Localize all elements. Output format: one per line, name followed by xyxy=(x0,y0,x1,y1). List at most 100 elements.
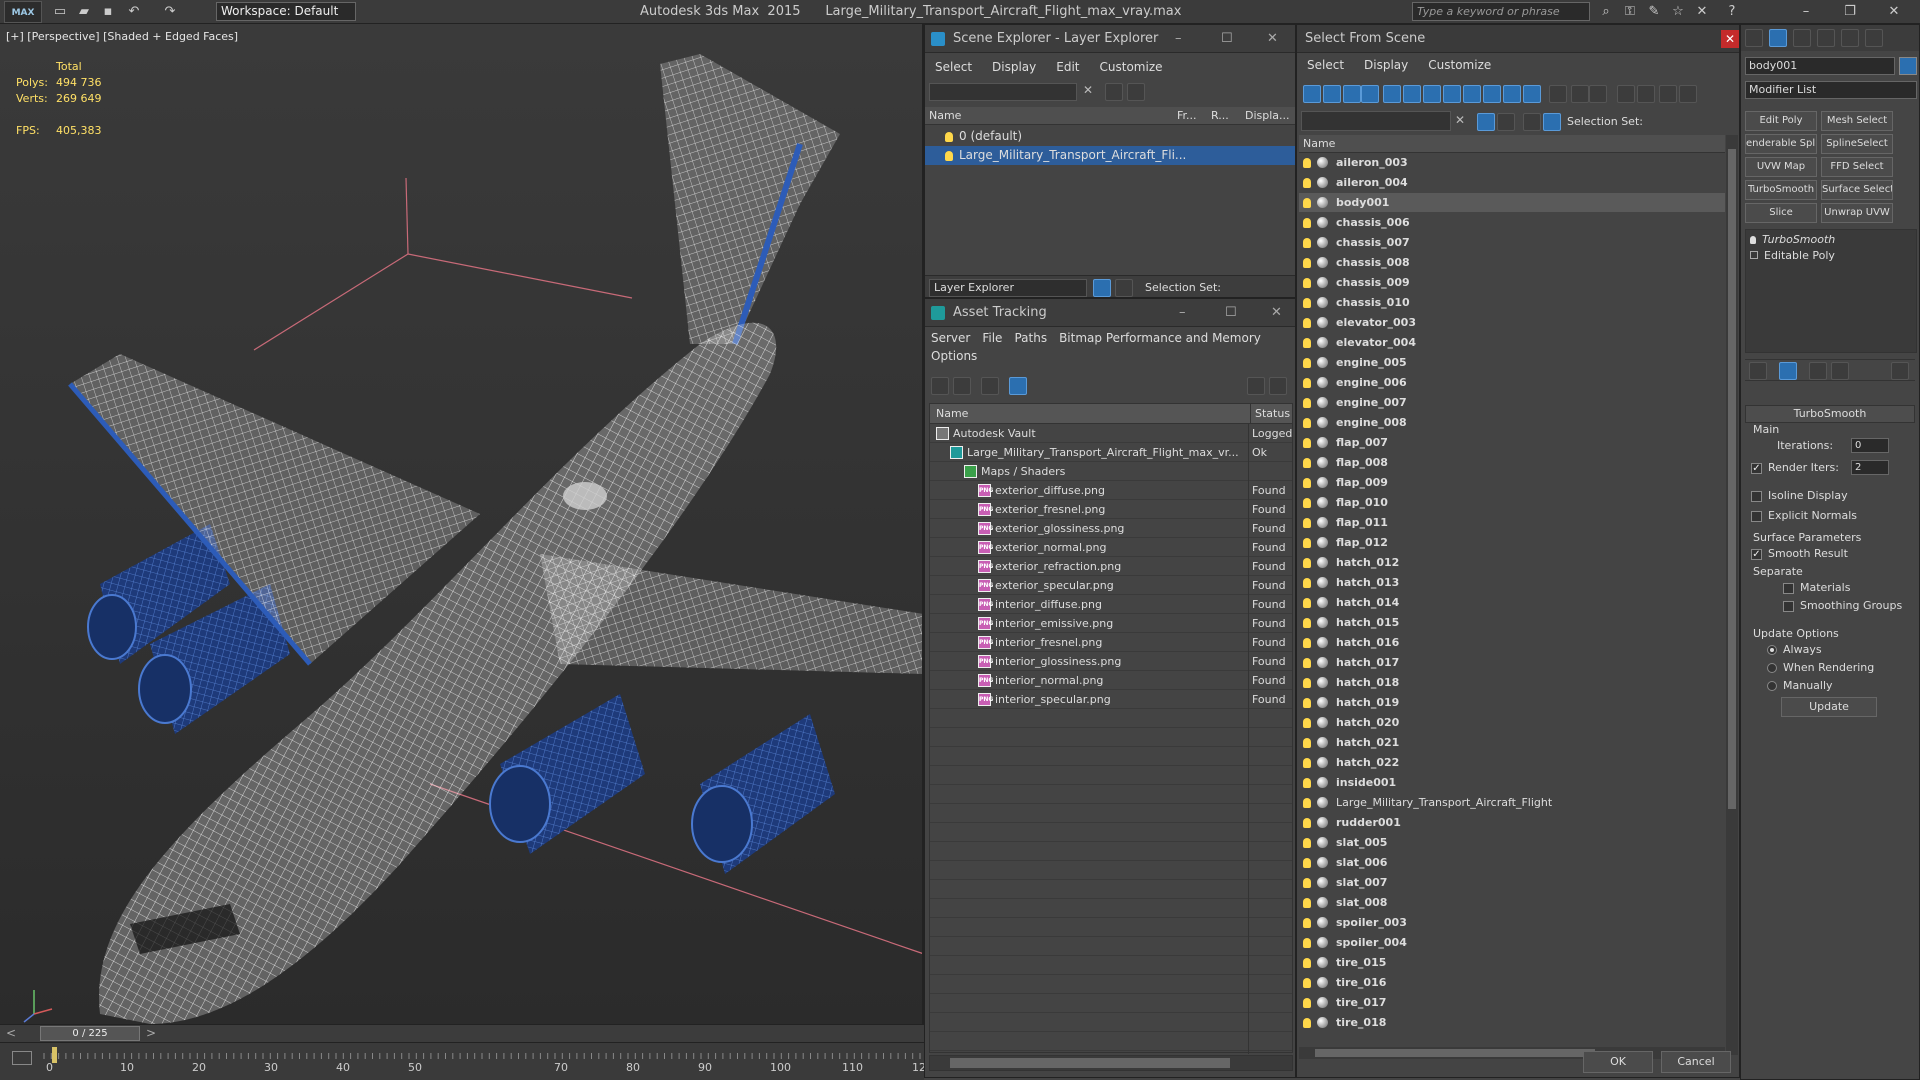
object-list-item[interactable]: inside001 xyxy=(1299,773,1725,792)
hierarchy-view-icon[interactable] xyxy=(1543,113,1561,131)
object-list-item[interactable]: hatch_019 xyxy=(1299,693,1725,712)
new-file-icon[interactable]: ▭ xyxy=(50,2,70,22)
col-name[interactable]: Name xyxy=(1303,135,1335,153)
pin-icon[interactable]: ✎ xyxy=(1644,2,1664,22)
manually-radio[interactable]: Manually xyxy=(1767,679,1833,692)
lightbulb-icon[interactable] xyxy=(1303,397,1311,408)
object-list-item[interactable]: flap_012 xyxy=(1299,533,1725,552)
asset-row[interactable]: PNG interior_emissive.png Found xyxy=(930,614,1292,633)
horizontal-scrollbar[interactable] xyxy=(929,1055,1293,1071)
menu-edit[interactable]: Edit xyxy=(1046,55,1089,79)
object-list-item[interactable]: tire_018 xyxy=(1299,1013,1725,1032)
lightbulb-icon[interactable] xyxy=(1303,437,1311,448)
scene-search-field[interactable] xyxy=(929,83,1077,101)
modify-tab-icon[interactable] xyxy=(1769,29,1787,47)
viewport-label[interactable]: [+] [Perspective] [Shaded + Edged Faces] xyxy=(6,30,238,43)
scroll-thumb[interactable] xyxy=(1315,1049,1595,1057)
create-tab-icon[interactable] xyxy=(1745,29,1763,47)
object-list-item[interactable]: flap_009 xyxy=(1299,473,1725,492)
close-window-icon[interactable]: ✕ xyxy=(1884,2,1904,22)
object-list-item[interactable]: Large_Military_Transport_Aircraft_Flight xyxy=(1299,793,1725,812)
modifier-button[interactable]: UVW Map xyxy=(1745,157,1817,177)
object-list-item[interactable]: tire_016 xyxy=(1299,973,1725,992)
display-all-icon[interactable] xyxy=(1549,85,1567,103)
stack-item-turbosmooth[interactable]: TurboSmooth xyxy=(1750,233,1835,246)
lightbulb-icon[interactable] xyxy=(1303,417,1311,428)
save-icon[interactable]: ▪ xyxy=(98,2,118,22)
lightbulb-icon[interactable] xyxy=(1303,357,1311,368)
display-containers-icon[interactable] xyxy=(1483,85,1501,103)
object-list-item[interactable]: slat_008 xyxy=(1299,893,1725,912)
lightbulb-icon[interactable] xyxy=(1303,597,1311,608)
object-list-item[interactable]: hatch_015 xyxy=(1299,613,1725,632)
object-list-item[interactable]: body001 xyxy=(1299,193,1725,212)
time-cursor[interactable] xyxy=(52,1047,57,1063)
object-list-item[interactable]: hatch_013 xyxy=(1299,573,1725,592)
menu-options[interactable]: Options xyxy=(925,347,983,365)
modifier-button[interactable]: Unwrap UVW xyxy=(1821,203,1893,223)
lightbulb-icon[interactable] xyxy=(1303,557,1311,568)
hierarchy-tab-icon[interactable] xyxy=(1793,29,1811,47)
lightbulb-icon[interactable] xyxy=(1303,637,1311,648)
options-icon[interactable] xyxy=(1659,85,1677,103)
object-list-item[interactable]: aileron_003 xyxy=(1299,153,1725,172)
object-list-item[interactable]: hatch_018 xyxy=(1299,673,1725,692)
display-none-icon[interactable] xyxy=(1571,85,1589,103)
asset-row[interactable]: PNG exterior_glossiness.png Found xyxy=(930,519,1292,538)
lightbulb-icon[interactable] xyxy=(1303,517,1311,528)
object-list-item[interactable]: chassis_010 xyxy=(1299,293,1725,312)
lightbulb-icon[interactable] xyxy=(1303,857,1311,868)
sort-icon[interactable] xyxy=(1617,85,1635,103)
object-list-item[interactable]: hatch_014 xyxy=(1299,593,1725,612)
modifier-button[interactable]: Slice xyxy=(1745,203,1817,223)
columns-icon[interactable] xyxy=(1637,85,1655,103)
object-list-item[interactable]: rudder001 xyxy=(1299,813,1725,832)
ok-button[interactable]: OK xyxy=(1583,1051,1653,1073)
iterations-spinner[interactable]: 0 xyxy=(1851,438,1889,453)
layer-view-icon[interactable] xyxy=(1093,279,1111,297)
object-list-item[interactable]: flap_008 xyxy=(1299,453,1725,472)
lightbulb-icon[interactable] xyxy=(1303,817,1311,828)
object-list-item[interactable]: slat_005 xyxy=(1299,833,1725,852)
col-status[interactable]: Status xyxy=(1250,404,1290,424)
table-view-icon[interactable] xyxy=(1009,377,1027,395)
layer-row-aircraft[interactable]: Large_Military_Transport_Aircraft_Fli... xyxy=(925,146,1295,165)
asset-row[interactable]: PNG exterior_normal.png Found xyxy=(930,538,1292,557)
filter-options-icon[interactable] xyxy=(1679,85,1697,103)
help-icon[interactable]: ? xyxy=(1722,2,1742,22)
pin-stack-icon[interactable] xyxy=(1749,362,1767,380)
lightbulb-icon[interactable] xyxy=(1303,1017,1311,1028)
object-list-item[interactable]: engine_008 xyxy=(1299,413,1725,432)
lightbulb-icon[interactable] xyxy=(1303,937,1311,948)
asset-row[interactable]: Maps / Shaders xyxy=(930,462,1292,481)
lightbulb-icon[interactable] xyxy=(945,131,953,142)
menu-server[interactable]: Server xyxy=(925,329,976,347)
minimize-icon[interactable]: – xyxy=(1179,305,1186,320)
close-x-icon[interactable]: ✕ xyxy=(1692,2,1712,22)
lightbulb-icon[interactable] xyxy=(1303,617,1311,628)
lightbulb-icon[interactable] xyxy=(1303,217,1311,228)
maximize-icon[interactable]: ☐ xyxy=(1221,31,1233,46)
list-view-icon[interactable] xyxy=(953,377,971,395)
track-bar[interactable]: 0102030405070809010011012 xyxy=(0,1042,924,1080)
menu-paths[interactable]: Paths xyxy=(1008,329,1053,347)
smooth-result-checkbox[interactable]: ✓ Smooth Result xyxy=(1751,547,1848,560)
lightbulb-icon[interactable] xyxy=(1303,917,1311,928)
maximize-icon[interactable]: ☐ xyxy=(1225,305,1237,320)
lightbulb-icon[interactable] xyxy=(1303,717,1311,728)
key-icon[interactable]: ⚿ xyxy=(1620,2,1640,22)
lightbulb-icon[interactable] xyxy=(1303,177,1311,188)
slider-left-arrow-icon[interactable]: < xyxy=(6,1026,16,1040)
asset-row[interactable]: PNG exterior_fresnel.png Found xyxy=(930,500,1292,519)
close-icon[interactable]: ✕ xyxy=(1271,305,1282,320)
asset-row[interactable]: Large_Military_Transport_Aircraft_Flight… xyxy=(930,443,1292,462)
object-list-item[interactable]: hatch_022 xyxy=(1299,753,1725,772)
thumbnail-view-icon[interactable] xyxy=(981,377,999,395)
lightbulb-icon[interactable] xyxy=(1303,997,1311,1008)
col-name[interactable]: Name xyxy=(936,404,968,424)
asset-row[interactable]: PNG interior_normal.png Found xyxy=(930,671,1292,690)
lightbulb-icon[interactable] xyxy=(1303,237,1311,248)
lightbulb-icon[interactable] xyxy=(1303,737,1311,748)
layer-row-default[interactable]: 0 (default) xyxy=(925,127,1295,146)
modifier-button[interactable]: TurboSmooth xyxy=(1745,180,1817,200)
